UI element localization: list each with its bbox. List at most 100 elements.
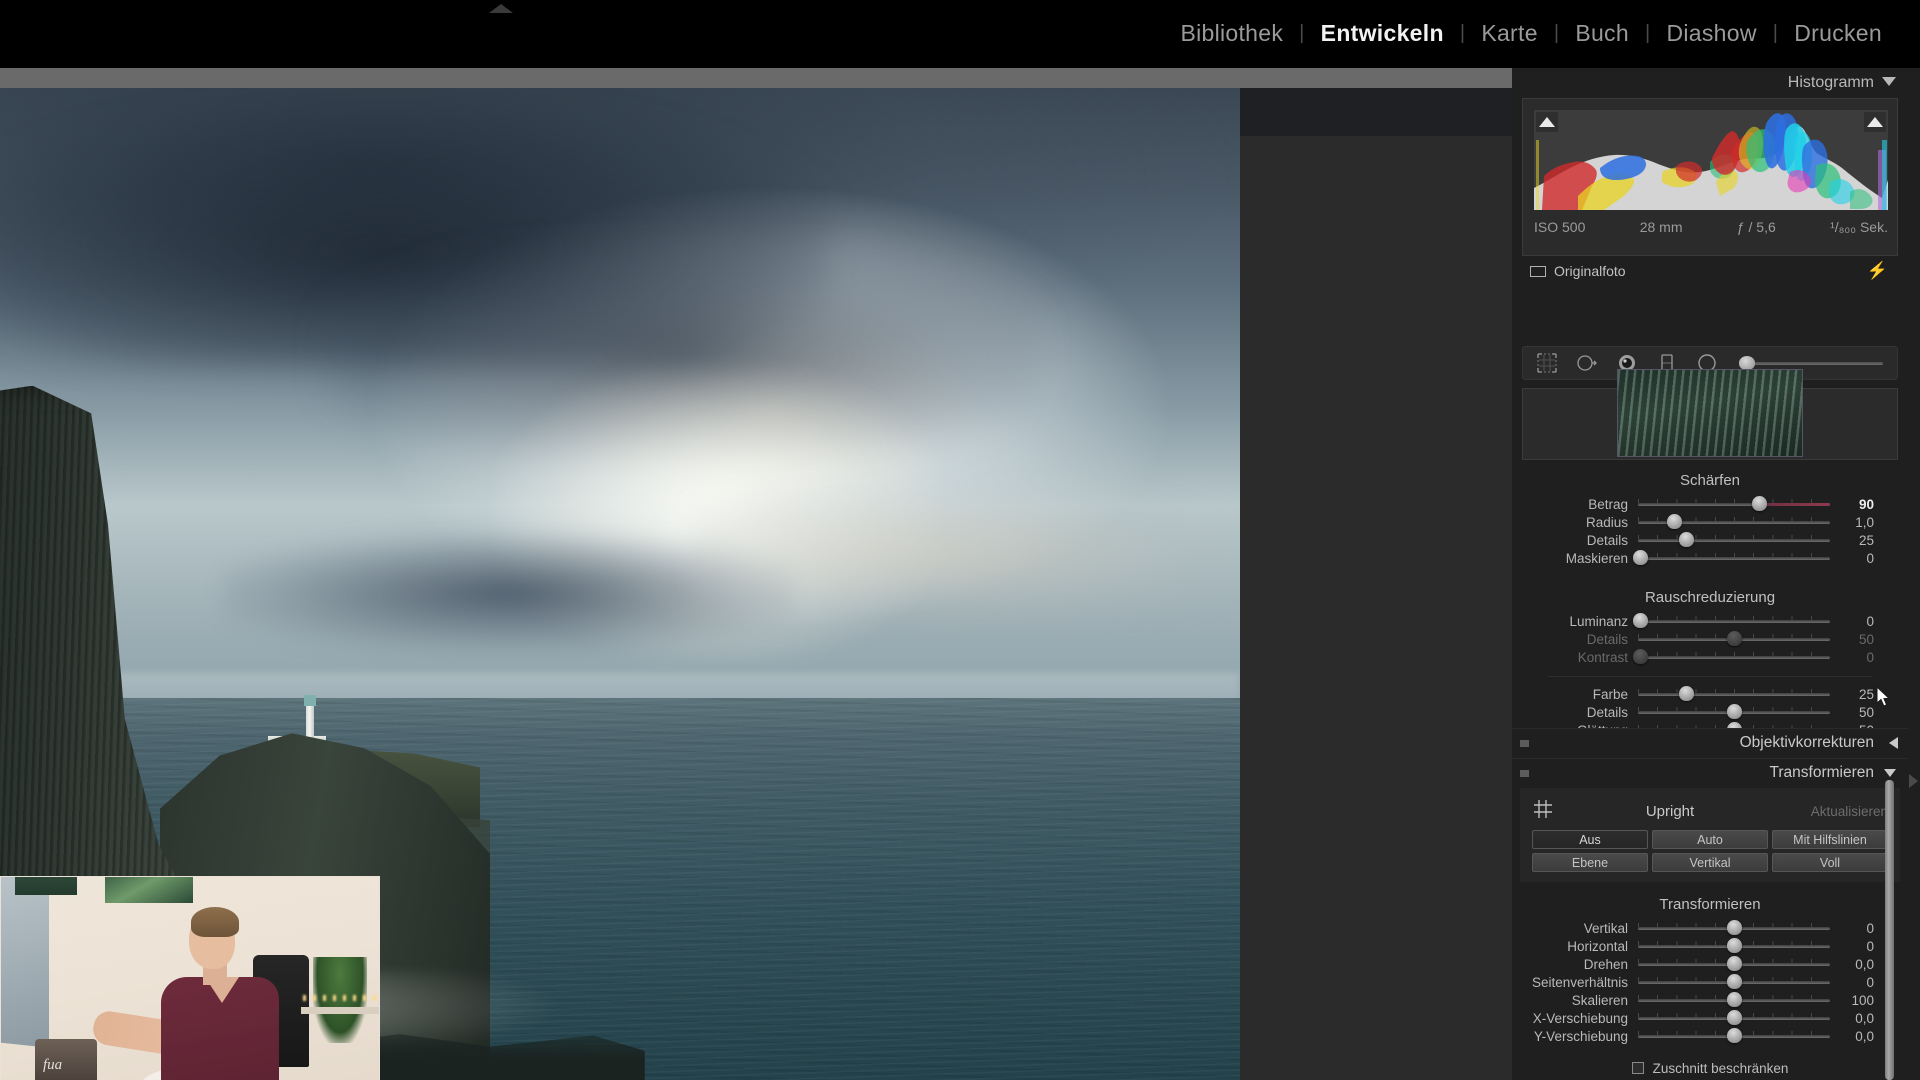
slider-knob[interactable] bbox=[1727, 1010, 1742, 1025]
panel-expand-arrow-icon[interactable] bbox=[1909, 774, 1918, 788]
presenter-video-overlay[interactable]: fua bbox=[0, 876, 380, 1080]
module-drucken[interactable]: Drucken bbox=[1778, 20, 1898, 47]
slider-row[interactable]: Betrag 90 bbox=[1522, 495, 1898, 513]
noise-luminance-value[interactable]: 0 bbox=[1830, 614, 1882, 629]
spot-removal-tool[interactable] bbox=[1575, 351, 1599, 375]
histogram-widget[interactable]: ISO 500 28 mm ƒ / 5,6 ¹/₈₀₀ Sek. bbox=[1522, 98, 1898, 256]
shadow-clipping-indicator[interactable] bbox=[1536, 112, 1558, 132]
upright-button-ebene[interactable]: Ebene bbox=[1532, 853, 1648, 872]
transform-value[interactable]: 100 bbox=[1830, 993, 1882, 1008]
constrain-crop-row[interactable]: Zuschnitt beschränken bbox=[1512, 1055, 1908, 1080]
noise-color-track[interactable] bbox=[1638, 686, 1830, 701]
noise-color-track[interactable] bbox=[1638, 704, 1830, 719]
detail-preview-thumbnail[interactable] bbox=[1522, 369, 1898, 460]
chevron-left-icon[interactable] bbox=[1889, 737, 1898, 749]
lightning-bolt-icon[interactable]: ⚡ bbox=[1867, 261, 1888, 281]
panel-scrollbar[interactable] bbox=[1885, 780, 1894, 1080]
crop-overlay-tool[interactable] bbox=[1535, 351, 1559, 375]
module-bibliothek[interactable]: Bibliothek bbox=[1164, 20, 1299, 47]
panel-switch-icon[interactable] bbox=[1520, 770, 1529, 777]
transform-track[interactable] bbox=[1638, 938, 1830, 953]
slider-row[interactable]: Maskieren 0 bbox=[1522, 549, 1898, 567]
sharpening-track[interactable] bbox=[1638, 496, 1830, 511]
sharpening-value[interactable]: 0 bbox=[1830, 551, 1882, 566]
transform-value[interactable]: 0 bbox=[1830, 921, 1882, 936]
transform-header[interactable]: Transformieren bbox=[1512, 758, 1908, 786]
slider-knob[interactable] bbox=[1727, 956, 1742, 971]
slider-row[interactable]: Y-Verschiebung 0,0 bbox=[1522, 1027, 1898, 1045]
transform-track[interactable] bbox=[1638, 956, 1830, 971]
histogram-panel-header[interactable]: Histogramm bbox=[1512, 68, 1908, 98]
transform-value[interactable]: 0,0 bbox=[1830, 1029, 1882, 1044]
slider-knob[interactable] bbox=[1667, 514, 1683, 529]
upright-button-auto[interactable]: Auto bbox=[1652, 830, 1768, 849]
highlight-clipping-indicator[interactable] bbox=[1864, 112, 1886, 132]
constrain-crop-checkbox[interactable] bbox=[1631, 1062, 1644, 1074]
slider-row[interactable]: Details 25 bbox=[1522, 531, 1898, 549]
lens-corrections-header[interactable]: Objektivkorrekturen bbox=[1512, 728, 1908, 756]
transform-track[interactable] bbox=[1638, 992, 1830, 1007]
upright-update-button[interactable]: Aktualisieren bbox=[1780, 804, 1888, 819]
brush-size-knob[interactable] bbox=[1739, 356, 1755, 370]
slider-knob[interactable] bbox=[1727, 704, 1742, 719]
slider-row[interactable]: X-Verschiebung 0,0 bbox=[1522, 1009, 1898, 1027]
transform-track[interactable] bbox=[1638, 1028, 1830, 1043]
upright-button-voll[interactable]: Voll bbox=[1772, 853, 1888, 872]
slider-knob[interactable] bbox=[1727, 631, 1742, 646]
adjustment-brush-tool[interactable] bbox=[1735, 356, 1883, 370]
sharpening-track[interactable] bbox=[1632, 550, 1830, 565]
module-diashow[interactable]: Diashow bbox=[1650, 20, 1772, 47]
panel-switch-icon[interactable] bbox=[1520, 740, 1529, 747]
transform-value[interactable]: 0 bbox=[1830, 939, 1882, 954]
chevron-down-icon[interactable] bbox=[1884, 769, 1896, 777]
noise-luminance-track[interactable] bbox=[1632, 649, 1830, 664]
transform-track[interactable] bbox=[1638, 974, 1830, 989]
histogram-plot[interactable] bbox=[1534, 110, 1888, 210]
noise-luminance-value[interactable]: 0 bbox=[1830, 650, 1882, 665]
slider-row[interactable]: Luminanz 0 bbox=[1522, 612, 1898, 630]
slider-knob[interactable] bbox=[1727, 1028, 1742, 1043]
sharpening-value[interactable]: 25 bbox=[1830, 533, 1882, 548]
slider-knob[interactable] bbox=[1679, 532, 1694, 547]
slider-row[interactable]: Drehen 0,0 bbox=[1522, 955, 1898, 973]
slider-row[interactable]: Seitenverhältnis 0 bbox=[1522, 973, 1898, 991]
noise-luminance-value[interactable]: 50 bbox=[1830, 632, 1882, 647]
transform-value[interactable]: 0,0 bbox=[1830, 957, 1882, 972]
sharpening-value[interactable]: 90 bbox=[1830, 497, 1882, 512]
slider-row[interactable]: Skalieren 100 bbox=[1522, 991, 1898, 1009]
transform-value[interactable]: 0,0 bbox=[1830, 1011, 1882, 1026]
slider-row[interactable]: Kontrast 0 bbox=[1522, 648, 1898, 666]
slider-row[interactable]: Details 50 bbox=[1522, 703, 1898, 721]
transform-value[interactable]: 0 bbox=[1830, 975, 1882, 990]
slider-knob[interactable] bbox=[1727, 920, 1742, 935]
slider-knob[interactable] bbox=[1751, 496, 1767, 511]
sharpening-track[interactable] bbox=[1638, 532, 1830, 547]
module-karte[interactable]: Karte bbox=[1465, 20, 1553, 47]
noise-color-value[interactable]: 50 bbox=[1830, 705, 1882, 720]
upright-grid-icon[interactable] bbox=[1532, 798, 1560, 825]
slider-knob[interactable] bbox=[1727, 992, 1742, 1007]
slider-row[interactable]: Vertikal 0 bbox=[1522, 919, 1898, 937]
slider-row[interactable]: Details 50 bbox=[1522, 630, 1898, 648]
slider-knob[interactable] bbox=[1632, 613, 1648, 628]
noise-luminance-track[interactable] bbox=[1632, 613, 1830, 628]
slider-knob[interactable] bbox=[1727, 938, 1742, 953]
slider-row[interactable]: Farbe 25 bbox=[1522, 685, 1898, 703]
upright-button-mit-hilfslinien[interactable]: Mit Hilfslinien bbox=[1772, 830, 1888, 849]
module-buch[interactable]: Buch bbox=[1559, 20, 1645, 47]
original-photo-row[interactable]: Originalfoto ⚡ bbox=[1522, 258, 1898, 284]
slider-knob[interactable] bbox=[1727, 974, 1742, 989]
noise-luminance-track[interactable] bbox=[1638, 631, 1830, 646]
transform-track[interactable] bbox=[1638, 920, 1830, 935]
slider-knob[interactable] bbox=[1679, 686, 1694, 701]
top-panel-collapse-icon[interactable] bbox=[489, 4, 513, 13]
noise-color-value[interactable]: 25 bbox=[1830, 687, 1882, 702]
upright-button-vertikal[interactable]: Vertikal bbox=[1652, 853, 1768, 872]
sharpening-track[interactable] bbox=[1638, 514, 1830, 529]
transform-track[interactable] bbox=[1638, 1010, 1830, 1025]
chevron-down-icon[interactable] bbox=[1882, 77, 1896, 86]
slider-knob[interactable] bbox=[1632, 649, 1648, 664]
upright-button-aus[interactable]: Aus bbox=[1532, 830, 1648, 849]
slider-knob[interactable] bbox=[1632, 550, 1648, 565]
sharpening-value[interactable]: 1,0 bbox=[1830, 515, 1882, 530]
